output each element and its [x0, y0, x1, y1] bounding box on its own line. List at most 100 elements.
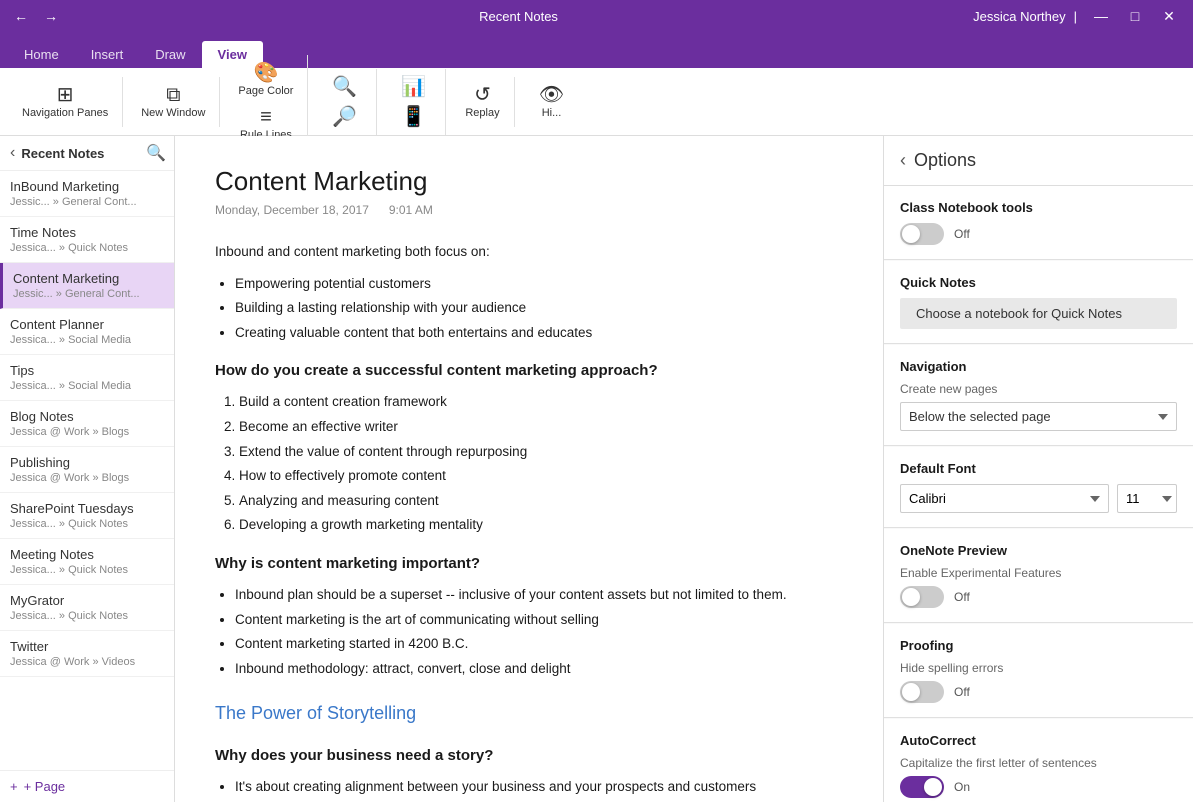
sidebar: ‹ Recent Notes 🔍 InBound Marketing Jessi… [0, 136, 175, 802]
ribbon-group-hide: 👁 Hi... [519, 77, 583, 127]
back-button[interactable]: ← [8, 6, 34, 26]
new-window-button[interactable]: ⧉ New Window [135, 81, 211, 123]
ribbon-group-nav: ⊞ Navigation Panes [8, 77, 123, 127]
sidebar-item-content-marketing[interactable]: Content Marketing Jessic... » General Co… [0, 263, 174, 309]
replay-button[interactable]: ↺ Replay [458, 81, 506, 123]
list-item: Build a content creation framework [239, 391, 843, 413]
add-page-icon: + [10, 779, 18, 794]
list-item: Extend the value of content through repu… [239, 441, 843, 463]
close-button[interactable]: ✕ [1153, 2, 1185, 30]
sidebar-item-publishing[interactable]: Publishing Jessica @ Work » Blogs [0, 447, 174, 493]
zoom-out-button[interactable]: 🔍 [320, 73, 368, 101]
ribbon-group-replay: ↺ Replay [450, 77, 515, 127]
list-item: Content marketing started in 4200 B.C. [235, 633, 843, 655]
options-header: ‹ Options [884, 136, 1193, 186]
font-size-select[interactable]: 8 9 10 11 12 14 [1117, 484, 1177, 513]
proofing-toggle[interactable] [900, 681, 944, 703]
zoom-in-button[interactable]: 🔎 [320, 103, 368, 131]
sidebar-item-inbound-marketing[interactable]: InBound Marketing Jessic... » General Co… [0, 171, 174, 217]
sidebar-item-sub: Jessica @ Work » Blogs [10, 426, 164, 438]
sidebar-add-page[interactable]: + + Page [0, 770, 174, 802]
capitalize-label: Capitalize the first letter of sentences [900, 756, 1177, 770]
default-font-section: Default Font Calibri Arial Times New Rom… [884, 447, 1193, 528]
ribbon-tabs: Home Insert Draw View [0, 32, 1193, 68]
sidebar-item-meeting-notes[interactable]: Meeting Notes Jessica... » Quick Notes [0, 539, 174, 585]
list-item: Building a lasting relationship with you… [235, 297, 843, 319]
sidebar-item-sub: Jessica... » Social Media [10, 380, 164, 392]
rule-lines-icon: ≡ [260, 107, 272, 127]
restore-button[interactable]: □ [1119, 2, 1151, 30]
sidebar-header: ‹ Recent Notes 🔍 [0, 136, 174, 171]
autocorrect-toggle[interactable] [900, 776, 944, 798]
replay-label: Replay [465, 107, 499, 119]
list-item: It's about creating alignment between yo… [235, 776, 843, 798]
page-color-button[interactable]: 🎨 Page Color [232, 59, 299, 101]
sidebar-item-twitter[interactable]: Twitter Jessica @ Work » Videos [0, 631, 174, 677]
sidebar-item-tips[interactable]: Tips Jessica... » Social Media [0, 355, 174, 401]
sidebar-item-content-planner[interactable]: Content Planner Jessica... » Social Medi… [0, 309, 174, 355]
list-item: Developing a growth marketing mentality [239, 514, 843, 536]
list-item: Empowering potential customers [235, 273, 843, 295]
sidebar-item-sub: Jessica @ Work » Videos [10, 656, 164, 668]
proofing-section: Proofing Hide spelling errors Off [884, 624, 1193, 718]
quick-notes-section: Quick Notes Choose a notebook for Quick … [884, 261, 1193, 344]
new-window-label: New Window [141, 107, 205, 119]
view-icon1: 📊 [401, 77, 426, 97]
sidebar-search-button[interactable]: 🔍 [146, 143, 166, 163]
note-date: Monday, December 18, 2017 [215, 203, 369, 217]
sidebar-item-title: Publishing [10, 455, 164, 470]
sidebar-item-sub: Jessica... » Social Media [10, 334, 164, 346]
font-family-select[interactable]: Calibri Arial Times New Roman Segoe UI [900, 484, 1109, 513]
onenote-preview-title: OneNote Preview [900, 543, 1177, 558]
ribbon-group-zoom: 🔍 🔎 [312, 69, 377, 135]
experimental-features-label: Enable Experimental Features [900, 566, 1177, 580]
sidebar-item-title: Twitter [10, 639, 164, 654]
view-icon2: 📱 [401, 107, 426, 127]
options-panel: ‹ Options Class Notebook tools Off Quick… [883, 136, 1193, 802]
navigation-panes-label: Navigation Panes [22, 107, 108, 119]
note-section-title: The Power of Storytelling [215, 699, 843, 728]
forward-button[interactable]: → [38, 6, 64, 26]
onenote-preview-toggle[interactable] [900, 586, 944, 608]
hide-button[interactable]: 👁 Hi... [527, 81, 575, 123]
font-row: Calibri Arial Times New Roman Segoe UI 8… [900, 484, 1177, 513]
note-q1: How do you create a successful content m… [215, 359, 843, 383]
sidebar-item-title: SharePoint Tuesdays [10, 501, 164, 516]
proofing-toggle-row: Off [900, 681, 1177, 703]
class-notebook-section: Class Notebook tools Off [884, 186, 1193, 260]
navigation-dropdown[interactable]: Below the selected page At the end of th… [900, 402, 1177, 431]
sidebar-item-blog-notes[interactable]: Blog Notes Jessica @ Work » Blogs [0, 401, 174, 447]
title-bar-user: Jessica Northey | — □ ✕ [973, 2, 1185, 30]
note-list2: Inbound plan should be a superset -- inc… [215, 584, 843, 679]
options-back-button[interactable]: ‹ [900, 150, 906, 171]
autocorrect-section: AutoCorrect Capitalize the first letter … [884, 719, 1193, 802]
class-notebook-toggle[interactable] [900, 223, 944, 245]
page-color-label: Page Color [238, 85, 293, 97]
ribbon-toolbar: ⊞ Navigation Panes ⧉ New Window 🎨 Page C… [0, 68, 1193, 136]
view-btn2[interactable]: 📱 [389, 103, 437, 131]
navigation-panes-button[interactable]: ⊞ Navigation Panes [16, 81, 114, 123]
view-btn1[interactable]: 📊 [389, 73, 437, 101]
default-font-title: Default Font [900, 461, 1177, 476]
page-color-icon: 🎨 [253, 63, 278, 83]
choose-notebook-button[interactable]: Choose a notebook for Quick Notes [900, 298, 1177, 329]
minimize-button[interactable]: — [1085, 2, 1117, 30]
onenote-preview-toggle-row: Off [900, 586, 1177, 608]
sidebar-item-mygrator[interactable]: MyGrator Jessica... » Quick Notes [0, 585, 174, 631]
sidebar-back-button[interactable]: ‹ [8, 142, 17, 164]
note-meta: Monday, December 18, 2017 9:01 AM [215, 203, 843, 217]
sidebar-item-sub: Jessica... » Quick Notes [10, 564, 164, 576]
proofing-toggle-label: Off [954, 685, 970, 699]
tab-draw[interactable]: Draw [139, 41, 201, 68]
sidebar-item-time-notes[interactable]: Time Notes Jessica... » Quick Notes [0, 217, 174, 263]
tab-home[interactable]: Home [8, 41, 75, 68]
navigation-panes-icon: ⊞ [57, 85, 74, 105]
sidebar-item-sub: Jessica... » Quick Notes [10, 610, 164, 622]
sidebar-item-title: MyGrator [10, 593, 164, 608]
list-item: Content marketing is the art of communic… [235, 609, 843, 631]
note-q2: Why is content marketing important? [215, 552, 843, 576]
ribbon-group-page: 🎨 Page Color ≡ Rule Lines [224, 55, 308, 149]
sidebar-item-title: Content Planner [10, 317, 164, 332]
sidebar-item-sharepoint-tuesdays[interactable]: SharePoint Tuesdays Jessica... » Quick N… [0, 493, 174, 539]
tab-insert[interactable]: Insert [75, 41, 140, 68]
